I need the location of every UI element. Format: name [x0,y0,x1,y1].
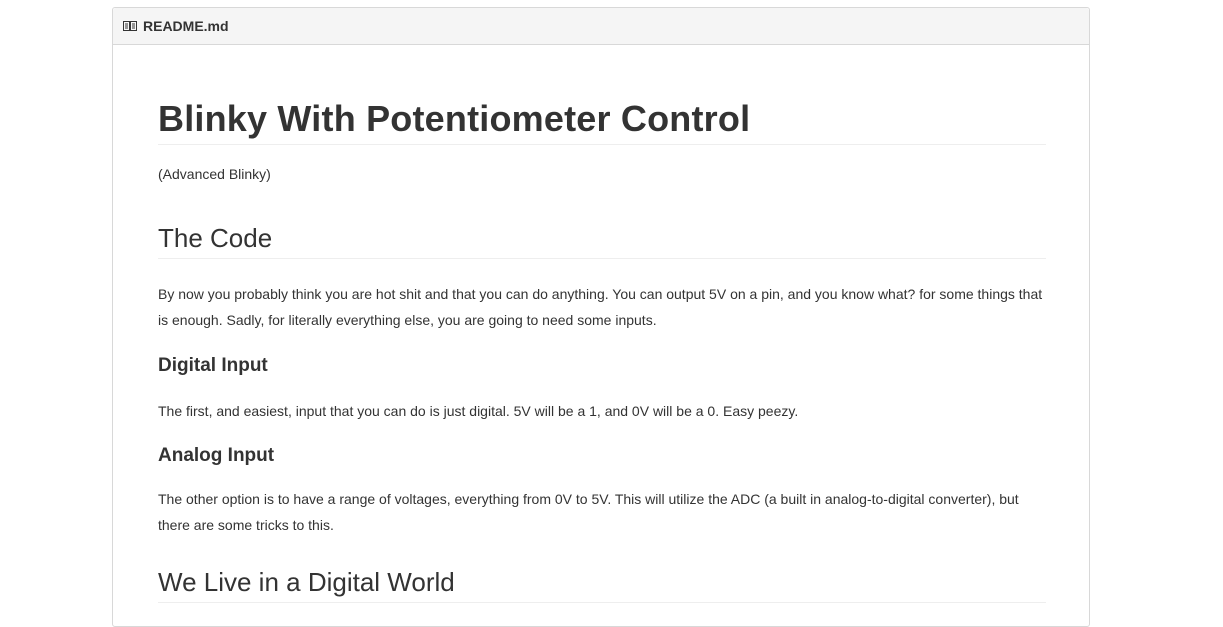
heading-digital-input: Digital Input [158,355,268,376]
subtitle-text: (Advanced Blinky) [158,166,271,182]
heading-divider [158,258,1046,259]
book-icon [123,20,137,32]
readme-filename[interactable]: README.md [143,18,229,34]
paragraph-analog-input: The other option is to have a range of v… [158,491,1019,533]
paragraph-the-code: By now you probably think you are hot sh… [158,286,1043,328]
heading-analog-input: Analog Input [158,445,275,466]
paragraph-digital-input: The first, and easiest, input that you c… [158,403,799,419]
readme-container: README.md Blinky With Potentiometer Cont… [112,7,1090,627]
heading-digital-world: We Live in a Digital World [158,567,455,597]
page-title: Blinky With Potentiometer Control [158,98,751,139]
title-divider [158,144,1046,145]
heading-the-code: The Code [158,223,273,253]
readme-header: README.md [113,8,1089,45]
